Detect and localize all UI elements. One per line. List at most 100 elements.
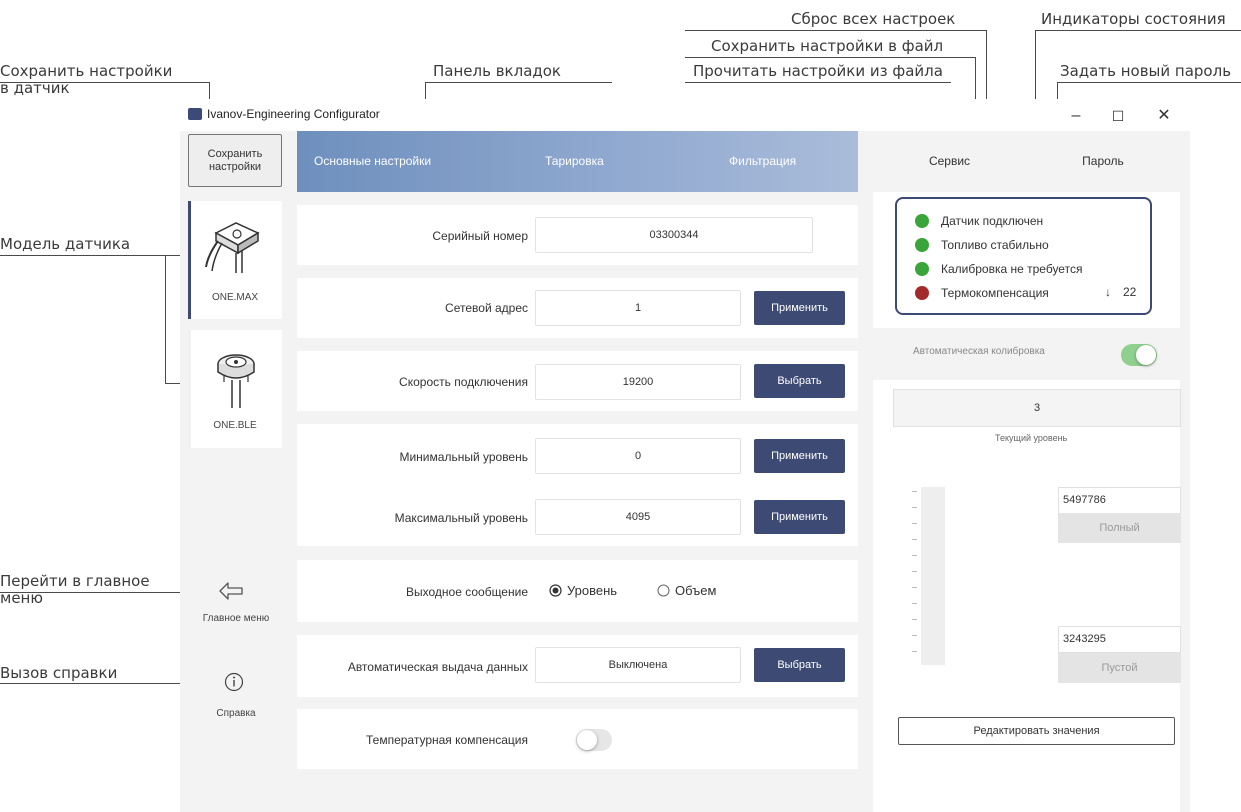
connection-speed-row: Скорость подключения 19200 Выбрать <box>297 351 858 411</box>
auto-output-input[interactable]: Выключена <box>535 647 741 683</box>
annotation-sensor-model: Модель датчика <box>0 235 131 253</box>
sensor-label: ONE.BLE <box>213 420 257 431</box>
annotation-save-to-sensor: Сохранить настройки в датчик <box>0 62 173 97</box>
status-dot <box>915 214 929 228</box>
temp-compensation-row: Температурная компенсация <box>297 709 858 769</box>
serial-number-field: 03300344 <box>535 217 813 253</box>
save-settings-button[interactable]: Сохранить настройки <box>188 134 282 187</box>
sensor-card-one-ble[interactable]: ONE.BLE <box>188 330 282 448</box>
status-text: Термокомпенсация <box>941 286 1049 300</box>
close-button[interactable]: ✕ <box>1146 103 1182 129</box>
level-range-row: Минимальный уровень 0 Применить Максимал… <box>297 424 858 546</box>
one-max-sensor-icon <box>205 222 260 273</box>
select-auto-output-button[interactable]: Выбрать <box>754 648 845 682</box>
callout-line <box>1057 82 1241 83</box>
connection-speed-input[interactable]: 19200 <box>535 364 741 400</box>
gauge-tick <box>912 539 917 540</box>
gauge-tick <box>912 635 917 636</box>
temperature-arrow-icon: ↓ <box>1105 285 1111 299</box>
title-bar: Ivanov-Engineering Configurator – ☐ ✕ <box>180 99 1190 131</box>
gauge-tick <box>912 507 917 508</box>
set-full-button[interactable]: Полный <box>1058 513 1181 543</box>
radio-level-label[interactable]: Уровень <box>567 583 617 598</box>
toggle-knob <box>577 730 597 750</box>
window-title: Ivanov-Engineering Configurator <box>207 107 380 121</box>
status-dot <box>915 262 929 276</box>
set-empty-button[interactable]: Пустой <box>1058 653 1181 683</box>
annotation-status-indicators: Индикаторы состояния <box>1041 10 1226 28</box>
status-dot <box>915 286 929 300</box>
auto-calibration-toggle[interactable] <box>1121 344 1157 366</box>
callout-line <box>425 82 612 83</box>
one-ble-sensor-icon <box>217 354 255 408</box>
gauge-tick <box>912 555 917 556</box>
min-level-label: Минимальный уровень <box>399 450 528 464</box>
annotation-save-to-file: Сохранить настройки в файл <box>711 37 944 55</box>
status-indicators: Датчик подключен Топливо стабильно Калиб… <box>895 197 1152 315</box>
service-panel: Сервис Пароль Датчик подключен Топливо с… <box>873 131 1181 812</box>
connection-speed-label: Скорость подключения <box>399 375 528 389</box>
callout-line <box>0 592 197 593</box>
callout-line <box>685 57 976 58</box>
gauge-tick <box>912 603 917 604</box>
sensor-card-one-max[interactable]: ONE.MAX <box>188 201 282 319</box>
annotation-reset-all: Сброс всех настроек <box>791 10 956 28</box>
tab-bar: Основные настройки Тарировка Фильтрация <box>297 131 858 192</box>
network-address-input[interactable]: 1 <box>535 290 741 326</box>
radio-volume[interactable] <box>657 584 670 597</box>
temperature-value: 22 <box>1123 285 1137 299</box>
help-link[interactable]: Справка <box>180 708 292 719</box>
status-dot <box>915 238 929 252</box>
status-text: Калибровка не требуется <box>941 262 1083 276</box>
output-message-row: Выходное сообщение Уровень Объем <box>297 560 858 622</box>
maximize-button[interactable]: ☐ <box>1100 103 1136 129</box>
callout-line <box>1035 30 1241 31</box>
auto-output-label: Автоматическая выдача данных <box>347 660 528 674</box>
back-arrow-icon[interactable] <box>218 581 244 601</box>
main-menu-link[interactable]: Главное меню <box>180 613 292 624</box>
tab-main-settings[interactable]: Основные настройки <box>314 131 431 192</box>
callout-line <box>685 82 951 83</box>
tab-filtering[interactable]: Фильтрация <box>729 131 796 192</box>
annotation-new-password: Задать новый пароль <box>1060 62 1232 80</box>
status-text: Топливо стабильно <box>941 238 1049 252</box>
annotation-tab-panel: Панель вкладок <box>433 62 561 80</box>
max-level-label: Максимальный уровень <box>394 511 528 525</box>
output-message-label: Выходное сообщение <box>406 585 528 599</box>
app-logo-icon <box>188 108 202 120</box>
status-text: Датчик подключен <box>941 214 1044 228</box>
gauge-tick <box>912 587 917 588</box>
annotation-go-main-menu: Перейти в главное меню <box>0 572 150 607</box>
tab-service[interactable]: Сервис <box>873 131 1026 192</box>
app-window: Ivanov-Engineering Configurator – ☐ ✕ Со… <box>180 99 1190 812</box>
gauge-tick <box>912 491 917 492</box>
callout-line <box>685 30 987 31</box>
edit-values-button[interactable]: Редактировать значения <box>898 717 1175 745</box>
apply-max-level-button[interactable]: Применить <box>754 500 845 534</box>
annotation-read-from-file: Прочитать настройки из файла <box>693 62 943 80</box>
network-address-row: Сетевой адрес 1 Применить <box>297 278 858 338</box>
apply-address-button[interactable]: Применить <box>754 291 845 325</box>
info-icon[interactable] <box>224 672 244 692</box>
callout-line <box>165 255 166 383</box>
max-level-input[interactable]: 4095 <box>535 499 741 535</box>
gauge-tick <box>912 619 917 620</box>
tab-calibration[interactable]: Тарировка <box>545 131 604 192</box>
serial-number-label: Серийный номер <box>432 229 528 243</box>
auto-output-row: Автоматическая выдача данных Выключена В… <box>297 635 858 697</box>
select-speed-button[interactable]: Выбрать <box>754 364 845 398</box>
current-level-label: Текущий уровень <box>995 433 1068 443</box>
temp-compensation-toggle[interactable] <box>576 729 612 751</box>
minimize-button[interactable]: – <box>1058 103 1094 129</box>
annotation-call-help: Вызов справки <box>0 664 118 682</box>
radio-level-selected[interactable] <box>549 584 562 597</box>
tab-password[interactable]: Пароль <box>1026 131 1180 192</box>
sensor-label: ONE.MAX <box>211 292 259 303</box>
full-value-input[interactable]: 5497786 <box>1058 487 1181 514</box>
radio-volume-label[interactable]: Объем <box>675 583 716 598</box>
min-level-input[interactable]: 0 <box>535 438 741 474</box>
level-gauge <box>921 487 945 665</box>
apply-min-level-button[interactable]: Применить <box>754 439 845 473</box>
empty-value-input[interactable]: 3243295 <box>1058 626 1181 653</box>
current-level-display: 3 <box>893 389 1181 427</box>
